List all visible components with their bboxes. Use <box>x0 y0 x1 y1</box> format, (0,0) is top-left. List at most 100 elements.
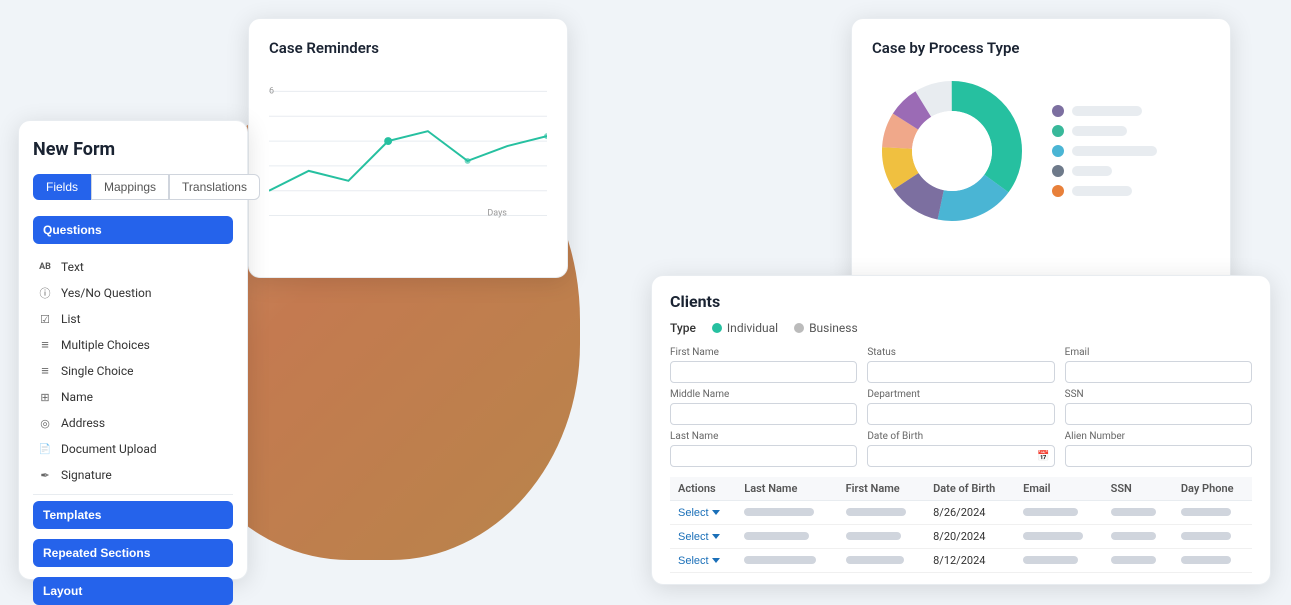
field-name[interactable]: ⊞ Name <box>33 384 233 410</box>
donut-container <box>872 71 1210 231</box>
select-button-3[interactable]: Select <box>678 555 720 567</box>
col-first-name: First Name <box>838 477 926 501</box>
input-middle-name[interactable] <box>670 403 857 425</box>
calendar-icon: 📅 <box>1037 451 1049 462</box>
field-address[interactable]: ◎ Address <box>33 410 233 436</box>
list-icon: ☑ <box>37 311 53 327</box>
legend-bar-4 <box>1072 166 1112 176</box>
col-day-phone: Day Phone <box>1173 477 1252 501</box>
tab-fields[interactable]: Fields <box>33 174 91 200</box>
chevron-icon-1 <box>712 510 720 515</box>
legend-bar-2 <box>1072 126 1127 136</box>
field-single-choice[interactable]: ≡ Single Choice <box>33 358 233 384</box>
ssn-2 <box>1111 532 1156 540</box>
tab-mappings[interactable]: Mappings <box>91 174 169 200</box>
input-status[interactable] <box>867 361 1054 383</box>
ssn-3 <box>1111 556 1156 564</box>
individual-label: Individual <box>727 321 778 335</box>
single-choice-icon: ≡ <box>37 363 53 379</box>
field-ssn: SSN <box>1065 389 1252 425</box>
individual-dot <box>712 323 722 333</box>
clients-title: Clients <box>670 292 1252 311</box>
chevron-icon-2 <box>712 534 720 539</box>
legend-bar-3 <box>1072 146 1157 156</box>
business-label: Business <box>809 321 858 335</box>
phone-3 <box>1181 556 1231 564</box>
legend-item-4 <box>1052 165 1157 177</box>
input-email[interactable] <box>1065 361 1252 383</box>
col-email: Email <box>1015 477 1103 501</box>
tab-translations[interactable]: Translations <box>169 174 260 200</box>
repeated-sections-btn[interactable]: Repeated Sections <box>33 539 233 567</box>
email-2 <box>1023 532 1083 540</box>
field-address-label: Address <box>61 416 105 430</box>
legend-item-2 <box>1052 125 1157 137</box>
legend-item-3 <box>1052 145 1157 157</box>
type-business[interactable]: Business <box>794 321 858 335</box>
donut-chart <box>872 71 1032 231</box>
label-dob: Date of Birth <box>867 431 1054 442</box>
business-dot <box>794 323 804 333</box>
name-icon: ⊞ <box>37 389 53 405</box>
label-last-name: Last Name <box>670 431 857 442</box>
label-ssn: SSN <box>1065 389 1252 400</box>
field-multiple-choices[interactable]: ≡ Multiple Choices <box>33 332 233 358</box>
clients-card: Clients Type Individual Business First N… <box>651 275 1271 585</box>
address-icon: ◎ <box>37 415 53 431</box>
layout-section-btn[interactable]: Layout <box>33 577 233 605</box>
questions-section-btn[interactable]: Questions <box>33 216 233 244</box>
legend-dot-3 <box>1052 145 1064 157</box>
email-3 <box>1023 556 1078 564</box>
field-list[interactable]: ☑ List <box>33 306 233 332</box>
col-dob: Date of Birth <box>925 477 1015 501</box>
clients-table: Actions Last Name First Name Date of Bir… <box>670 477 1252 573</box>
label-middle-name: Middle Name <box>670 389 857 400</box>
process-legend <box>1052 105 1157 197</box>
svg-text:6: 6 <box>269 86 274 96</box>
first-name-3 <box>846 556 904 564</box>
templates-section-btn[interactable]: Templates <box>33 501 233 529</box>
input-dob[interactable]: 📅 <box>867 445 1054 467</box>
type-row: Type Individual Business <box>670 321 1252 335</box>
legend-dot-4 <box>1052 165 1064 177</box>
yes-no-icon: ⓘ <box>37 285 53 301</box>
col-ssn: SSN <box>1103 477 1173 501</box>
field-first-name: First Name <box>670 347 857 383</box>
input-last-name[interactable] <box>670 445 857 467</box>
ssn-1 <box>1111 508 1156 516</box>
field-signature-label: Signature <box>61 468 112 482</box>
field-document-upload[interactable]: 📄 Document Upload <box>33 436 233 462</box>
select-button-2[interactable]: Select <box>678 531 720 543</box>
field-name-label: Name <box>61 390 93 404</box>
document-icon: 📄 <box>37 441 53 457</box>
legend-dot-1 <box>1052 105 1064 117</box>
legend-bar-1 <box>1072 106 1142 116</box>
text-icon: AB <box>37 259 53 275</box>
legend-item-1 <box>1052 105 1157 117</box>
form-title: New Form <box>33 139 233 160</box>
field-text[interactable]: AB Text <box>33 254 233 280</box>
select-button-1[interactable]: Select <box>678 507 720 519</box>
field-signature[interactable]: ✒ Signature <box>33 462 233 488</box>
col-actions: Actions <box>670 477 736 501</box>
input-first-name[interactable] <box>670 361 857 383</box>
field-multiple-choices-label: Multiple Choices <box>61 338 150 352</box>
case-process-title: Case by Process Type <box>872 39 1210 57</box>
last-name-1 <box>744 508 814 516</box>
type-individual[interactable]: Individual <box>712 321 778 335</box>
signature-icon: ✒ <box>37 467 53 483</box>
field-single-choice-label: Single Choice <box>61 364 134 378</box>
input-ssn[interactable] <box>1065 403 1252 425</box>
legend-dot-5 <box>1052 185 1064 197</box>
field-document-label: Document Upload <box>61 442 157 456</box>
case-process-card: Case by Process Type <box>851 18 1231 318</box>
field-email: Email <box>1065 347 1252 383</box>
case-reminders-title: Case Reminders <box>269 39 547 57</box>
field-middle-name: Middle Name <box>670 389 857 425</box>
field-text-label: Text <box>61 260 84 274</box>
input-department[interactable] <box>867 403 1054 425</box>
input-alien-number[interactable] <box>1065 445 1252 467</box>
reminders-chart: 6 Days <box>269 71 547 231</box>
chevron-icon-3 <box>712 558 720 563</box>
field-yes-no[interactable]: ⓘ Yes/No Question <box>33 280 233 306</box>
